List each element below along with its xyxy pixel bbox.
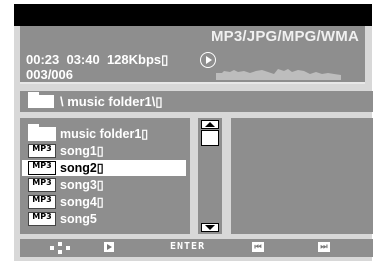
- format-label: MP3/JPG/MPG/WMA: [210, 28, 359, 45]
- track-counter: 003/006: [26, 67, 73, 82]
- spectrum-visualizer: [216, 69, 341, 80]
- scroll-thumb[interactable]: [201, 130, 219, 146]
- list-item-label: song2▯: [60, 161, 104, 175]
- time-bitrate-readout: 00:23 03:40 128Kbps▯: [26, 52, 169, 67]
- info-panel: MP3/JPG/MPG/WMA 00:23 03:40 128Kbps▯ 003…: [20, 26, 365, 84]
- skip-previous-icon[interactable]: ⏮: [252, 242, 264, 252]
- song-list-item[interactable]: MP3 song2▯: [22, 160, 186, 176]
- song-list-item[interactable]: MP3 song4▯: [22, 194, 186, 210]
- list-item-label: song1▯: [60, 144, 104, 158]
- play-status-icon: [200, 52, 216, 68]
- mp3-file-icon: MP3: [28, 144, 56, 158]
- scroll-up-arrow-icon[interactable]: [201, 120, 219, 129]
- song-list-item[interactable]: MP3 song1▯: [22, 143, 186, 159]
- list-item-label: song4▯: [60, 195, 104, 209]
- mp3-file-icon: MP3: [28, 161, 56, 175]
- song-list-item[interactable]: MP3 song5: [22, 211, 186, 227]
- list-item-label: song3▯: [60, 178, 104, 192]
- mp3-file-icon: MP3: [28, 212, 56, 226]
- list-item-label: music folder1▯: [60, 127, 149, 141]
- list-item-label: song5: [60, 212, 97, 226]
- preview-pane: [231, 118, 373, 234]
- scroll-down-arrow-icon[interactable]: [201, 223, 219, 232]
- navigation-cross-icon[interactable]: [50, 242, 70, 254]
- control-bar: ENTER ⏮ ⏭: [20, 239, 373, 257]
- top-bar: [14, 4, 372, 26]
- song-list-item[interactable]: MP3 song3▯: [22, 177, 186, 193]
- current-path: \ music folder1\▯: [60, 94, 163, 109]
- list-scrollbar[interactable]: [198, 118, 222, 234]
- skip-next-icon[interactable]: ⏭: [318, 242, 330, 252]
- mp3-file-icon: MP3: [28, 195, 56, 209]
- folder-icon: [28, 92, 54, 108]
- enter-button[interactable]: ENTER: [170, 241, 205, 253]
- mp3-file-icon: MP3: [28, 178, 56, 192]
- play-icon[interactable]: [104, 242, 114, 252]
- file-list[interactable]: music folder1▯ MP3 song1▯ MP3 song2▯ MP3 song3…: [20, 118, 190, 234]
- folder-list-item[interactable]: music folder1▯: [22, 124, 186, 142]
- folder-icon: [28, 124, 56, 141]
- path-bar: \ music folder1\▯: [20, 91, 373, 112]
